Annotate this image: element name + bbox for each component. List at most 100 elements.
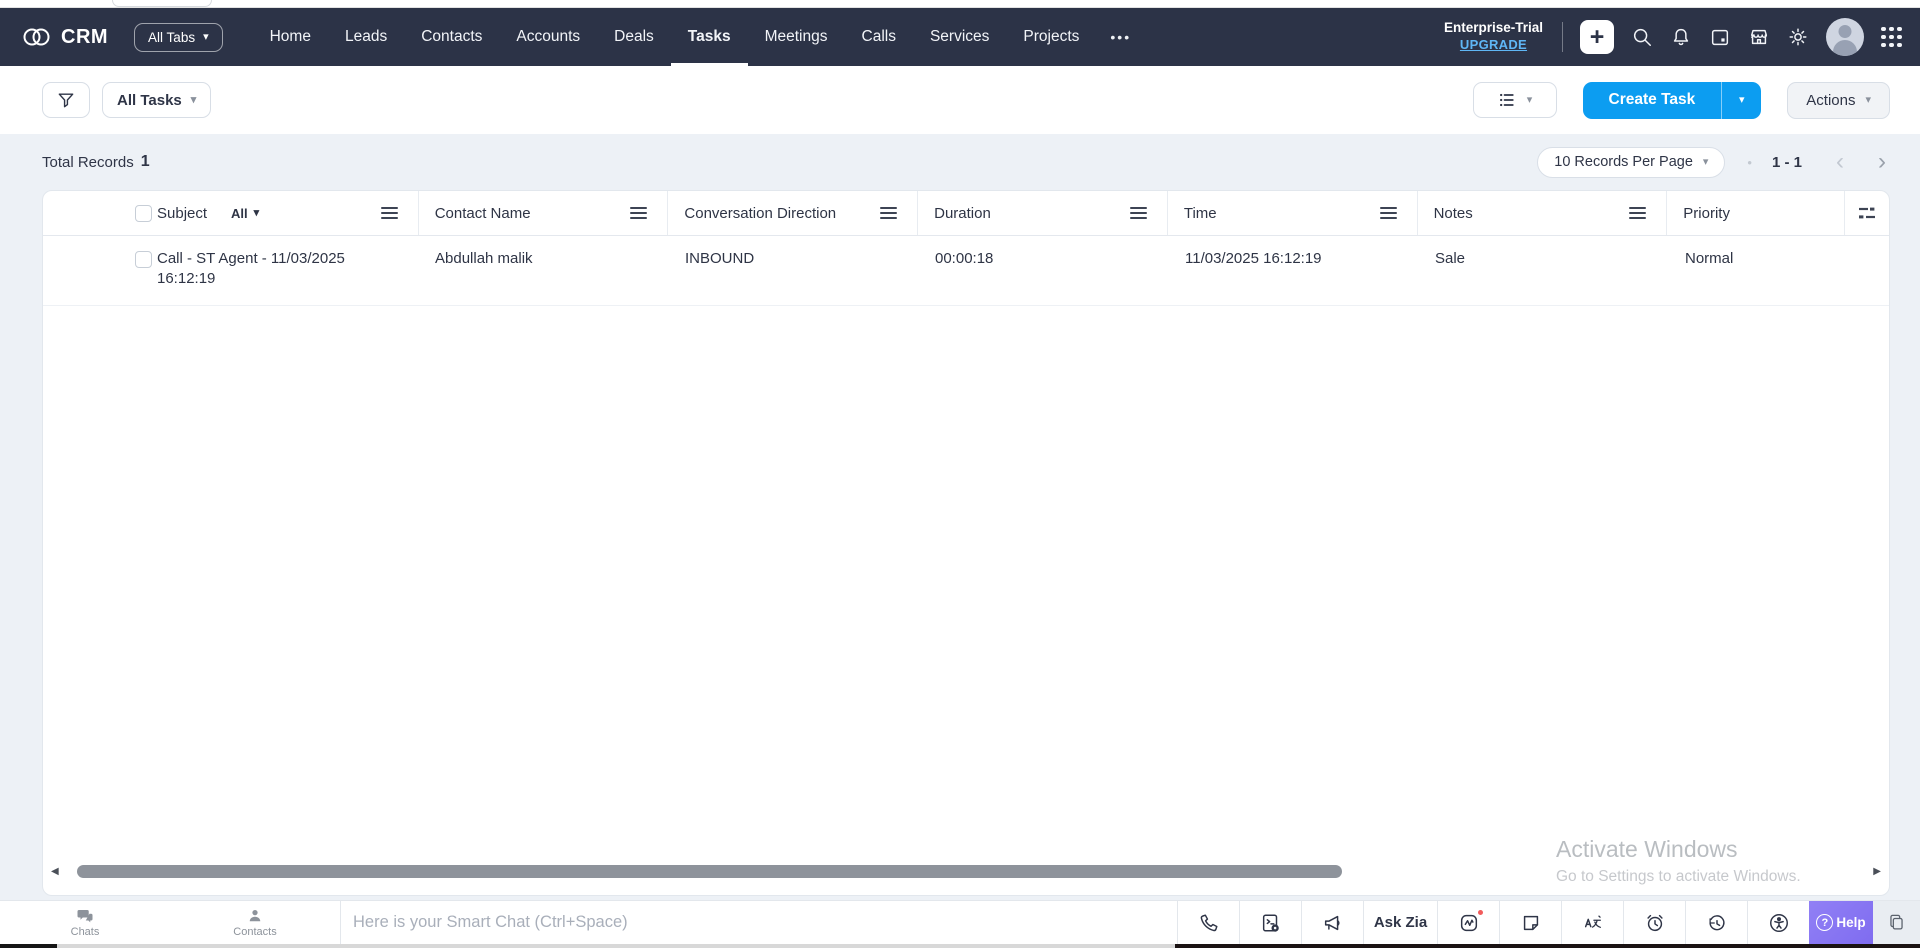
total-records-value: 1 <box>141 153 150 171</box>
scroll-right-arrow[interactable]: ▶ <box>1873 866 1881 877</box>
column-header-duration[interactable]: Duration <box>918 191 1168 235</box>
view-selector-dropdown[interactable]: All Tasks ▾ <box>102 82 211 118</box>
tab-meetings[interactable]: Meetings <box>748 8 845 66</box>
column-settings-icon <box>1857 205 1877 221</box>
column-customize-cell[interactable] <box>1845 191 1889 235</box>
records-bar: Total Records 1 10 Records Per Page ▾ • … <box>0 134 1920 190</box>
scrollbar-track[interactable] <box>69 864 1863 878</box>
column-label: Subject <box>157 205 207 222</box>
more-tabs-icon[interactable]: ••• <box>1096 8 1145 66</box>
subject-filter-dropdown[interactable]: All ▾ <box>231 206 259 221</box>
tab-tasks[interactable]: Tasks <box>671 8 748 66</box>
actions-dropdown[interactable]: Actions ▾ <box>1787 82 1890 119</box>
column-menu-icon[interactable] <box>1380 207 1397 219</box>
all-tabs-dropdown[interactable]: All Tabs ▾ <box>134 23 223 52</box>
question-icon: ? <box>1816 914 1833 931</box>
smart-chat-input[interactable] <box>353 913 1144 932</box>
recent-items-button[interactable] <box>1685 901 1747 944</box>
phone-icon <box>1198 912 1220 934</box>
filter-button[interactable] <box>42 82 90 118</box>
accessibility-icon <box>1768 912 1790 934</box>
settings-gear-icon[interactable] <box>1787 26 1809 48</box>
avatar-body <box>1833 40 1857 56</box>
row-checkbox[interactable] <box>135 251 152 268</box>
search-icon[interactable] <box>1631 26 1653 48</box>
dot-separator: • <box>1747 155 1752 170</box>
zoho-rings-icon <box>22 26 52 48</box>
browser-edge-strip <box>0 0 1920 8</box>
previous-page-button[interactable]: ‹ <box>1836 150 1844 174</box>
navbar-right-cluster: Enterprise-Trial UPGRADE + <box>1444 18 1902 56</box>
clipboard-button[interactable] <box>1873 901 1920 944</box>
column-menu-icon[interactable] <box>630 207 647 219</box>
column-header-time[interactable]: Time <box>1168 191 1418 235</box>
column-label: Contact Name <box>435 205 531 222</box>
column-header-priority[interactable]: Priority <box>1667 191 1845 235</box>
column-header-conversation-direction[interactable]: Conversation Direction <box>668 191 918 235</box>
column-header-contact-name[interactable]: Contact Name <box>419 191 669 235</box>
reminders-button[interactable] <box>1623 901 1685 944</box>
table-row[interactable]: Call - ST Agent - 11/03/2025 16:12:19 Ab… <box>43 236 1889 306</box>
scrollbar-thumb[interactable] <box>77 865 1342 878</box>
notes-button[interactable] <box>1499 901 1561 944</box>
quick-create-button[interactable]: + <box>1580 20 1614 54</box>
user-avatar[interactable] <box>1826 18 1864 56</box>
chevron-down-icon: ▾ <box>203 32 209 43</box>
crm-logo[interactable]: CRM <box>22 26 108 49</box>
help-button[interactable]: ? Help <box>1809 901 1873 944</box>
phone-call-button[interactable] <box>1177 901 1239 944</box>
column-menu-icon[interactable] <box>1629 207 1646 219</box>
zia-insights-button[interactable] <box>1437 901 1499 944</box>
column-header-notes[interactable]: Notes <box>1418 191 1668 235</box>
person-icon <box>246 907 264 925</box>
funnel-icon <box>56 90 76 110</box>
chats-tab[interactable]: Chats <box>0 901 170 944</box>
records-per-page-dropdown[interactable]: 10 Records Per Page ▾ <box>1537 147 1725 178</box>
translate-button[interactable] <box>1561 901 1623 944</box>
app-launcher-grid-icon[interactable] <box>1881 27 1902 48</box>
tab-accounts[interactable]: Accounts <box>499 8 597 66</box>
smart-form-button[interactable] <box>1239 901 1301 944</box>
column-label: Time <box>1184 205 1217 222</box>
tab-home[interactable]: Home <box>253 8 328 66</box>
app-title: CRM <box>61 26 108 49</box>
list-view-icon <box>1497 90 1517 110</box>
tab-projects[interactable]: Projects <box>1006 8 1096 66</box>
avatar-head <box>1839 25 1852 38</box>
contacts-tab[interactable]: Contacts <box>170 901 340 944</box>
sticky-note-icon <box>1520 912 1542 934</box>
accessibility-button[interactable] <box>1747 901 1809 944</box>
column-header-subject[interactable]: Subject All ▾ <box>141 191 419 235</box>
marketplace-store-icon[interactable] <box>1748 26 1770 48</box>
form-icon <box>1260 912 1282 934</box>
contacts-label: Contacts <box>233 926 276 938</box>
calendar-icon[interactable] <box>1709 26 1731 48</box>
tab-contacts[interactable]: Contacts <box>404 8 499 66</box>
tab-deals[interactable]: Deals <box>597 8 671 66</box>
list-view-style-dropdown[interactable]: ▾ <box>1473 82 1557 118</box>
notifications-bell-icon[interactable] <box>1670 26 1692 48</box>
cell-contact-name[interactable]: Abdullah malik <box>419 249 669 269</box>
cell-subject[interactable]: Call - ST Agent - 11/03/2025 16:12:19 <box>141 249 419 289</box>
chevron-down-icon: ▾ <box>191 95 197 106</box>
help-label: Help <box>1836 915 1865 930</box>
total-records-label: Total Records <box>42 154 134 171</box>
upgrade-link[interactable]: UPGRADE <box>1444 37 1543 53</box>
create-task-dropdown[interactable]: ▾ <box>1721 82 1761 119</box>
list-toolbar: All Tasks ▾ ▾ Create Task ▾ Actions ▾ <box>0 66 1920 134</box>
column-menu-icon[interactable] <box>880 207 897 219</box>
tab-services[interactable]: Services <box>913 8 1006 66</box>
row-checkbox-cell <box>43 249 141 268</box>
navbar-divider <box>1562 22 1563 52</box>
column-menu-icon[interactable] <box>381 207 398 219</box>
chat-bubbles-icon <box>76 907 94 925</box>
column-menu-icon[interactable] <box>1130 207 1147 219</box>
scroll-left-arrow[interactable]: ◀ <box>51 866 59 877</box>
tab-leads[interactable]: Leads <box>328 8 404 66</box>
create-task-button[interactable]: Create Task <box>1583 82 1722 119</box>
announcement-button[interactable] <box>1301 901 1363 944</box>
tab-calls[interactable]: Calls <box>845 8 913 66</box>
next-page-button[interactable]: › <box>1878 150 1886 174</box>
top-navbar: CRM All Tabs ▾ Home Leads Contacts Accou… <box>0 8 1920 66</box>
ask-zia-button[interactable]: Ask Zia <box>1363 901 1437 944</box>
